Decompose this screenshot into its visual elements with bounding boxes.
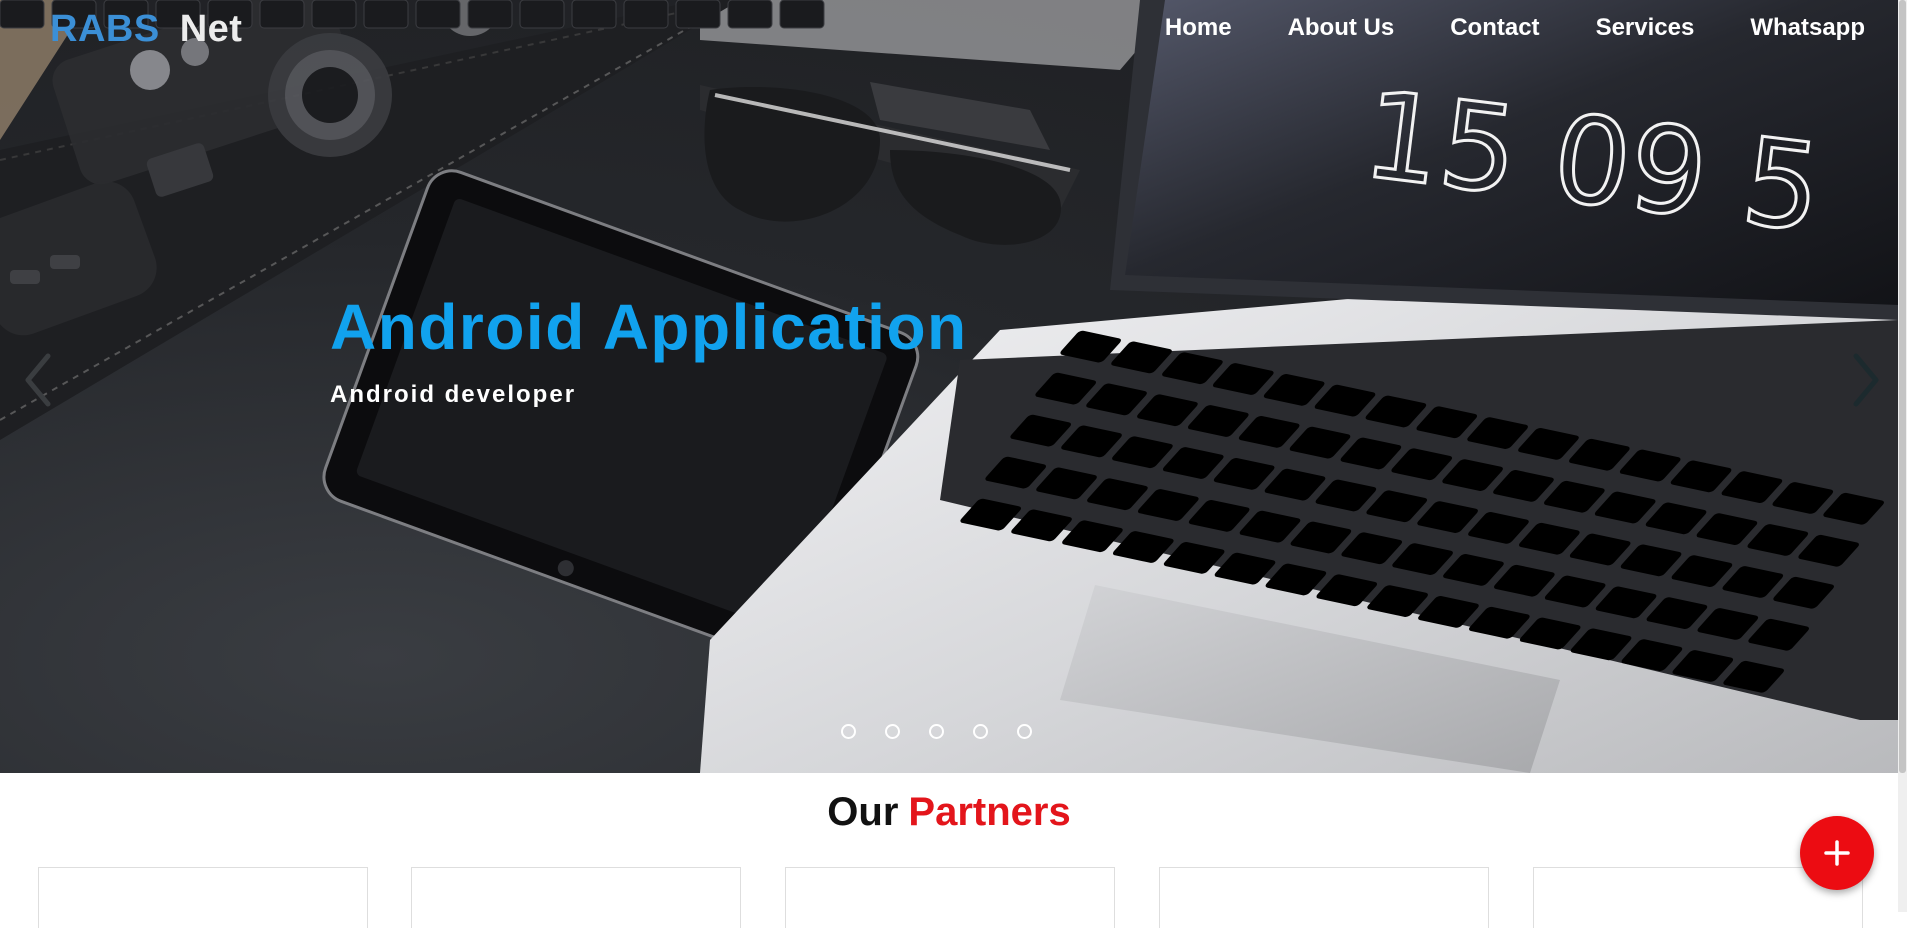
partner-card[interactable]: [38, 867, 368, 928]
nav-link-services[interactable]: Services: [1596, 14, 1695, 42]
plus-icon: [1824, 840, 1850, 866]
scrollbar-thumb[interactable]: [1899, 0, 1906, 773]
carousel-indicator-4[interactable]: [973, 724, 988, 739]
partners-heading: Our Partners: [0, 790, 1898, 835]
hero-title: Android Application: [330, 291, 968, 363]
hero-carousel: 15 09 5 RABS Net Home About Us Contact Se…: [0, 0, 1898, 773]
carousel-indicator-5[interactable]: [1017, 724, 1032, 739]
brand-logo[interactable]: RABS Net: [50, 8, 242, 51]
nav-link-home[interactable]: Home: [1165, 14, 1232, 42]
chevron-left-icon: [25, 353, 51, 407]
nav-link-about-us[interactable]: About Us: [1288, 14, 1395, 42]
partners-heading-word2: Partners: [908, 790, 1071, 834]
carousel-indicator-3[interactable]: [929, 724, 944, 739]
partner-card[interactable]: [785, 867, 1115, 928]
partner-card[interactable]: [411, 867, 741, 928]
carousel-indicator-2[interactable]: [885, 724, 900, 739]
hero-subtitle: Android developer: [330, 381, 577, 408]
page-scrollbar[interactable]: [1898, 0, 1907, 912]
carousel-prev-button[interactable]: [18, 348, 58, 412]
carousel-indicator-1[interactable]: [841, 724, 856, 739]
brand-logo-part2: Net: [179, 8, 243, 50]
nav-link-contact[interactable]: Contact: [1450, 14, 1539, 42]
chevron-right-icon: [1853, 353, 1879, 407]
partners-heading-word1: Our: [827, 790, 899, 834]
carousel-next-button[interactable]: [1846, 348, 1886, 412]
floating-action-button[interactable]: [1800, 816, 1874, 890]
partner-card[interactable]: [1159, 867, 1489, 928]
brand-logo-part1: RABS: [50, 8, 160, 50]
top-nav: Home About Us Contact Services Whatsapp: [1165, 14, 1865, 42]
carousel-indicators: [841, 724, 1032, 739]
hero-background-image: 15 09 5: [0, 0, 1898, 773]
nav-link-whatsapp[interactable]: Whatsapp: [1750, 14, 1865, 42]
